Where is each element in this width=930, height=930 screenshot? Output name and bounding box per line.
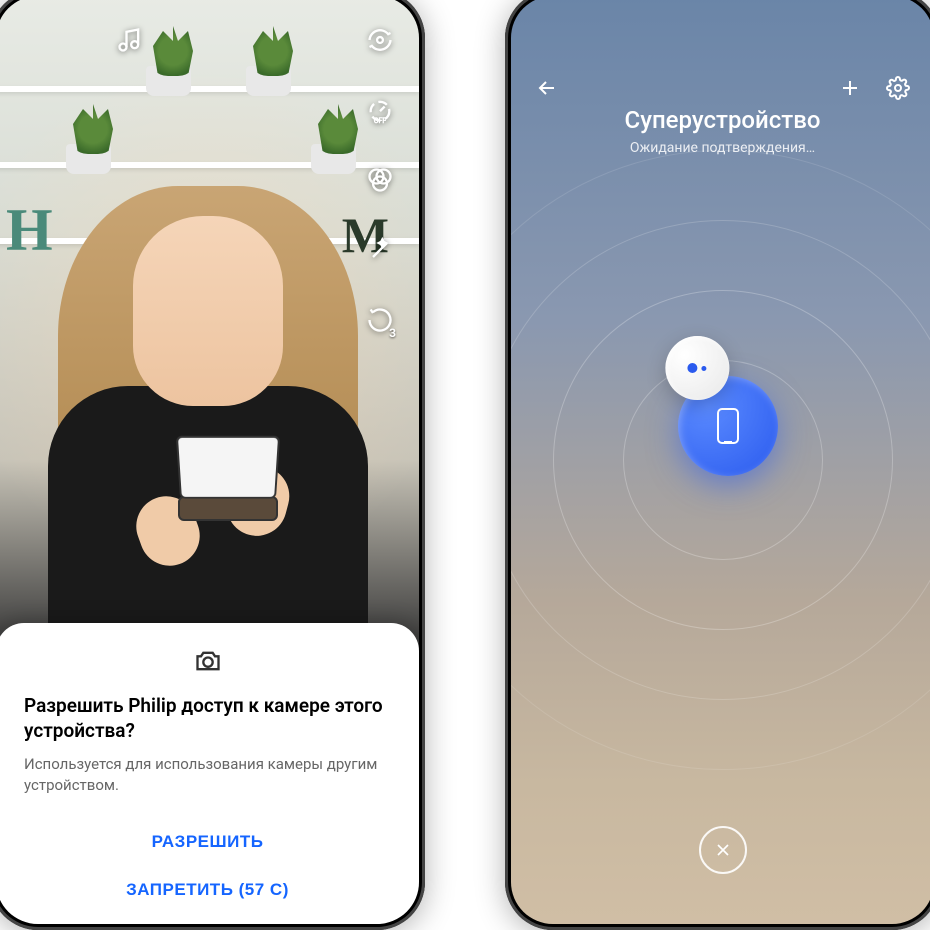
beauty-wand-icon[interactable] [366,236,394,264]
page-subtitle: Ожидание подтверждения… [511,140,930,156]
camera-screen: H M OFF [0,0,419,924]
timer-3s-label: 3 [389,326,396,340]
page-title: Суперустройство [511,106,930,134]
phone-device-icon [717,408,739,444]
permission-title: Разрешить Philip доступ к камере этого у… [24,693,391,744]
music-icon[interactable] [116,26,144,54]
close-button[interactable] [699,826,747,874]
close-icon [713,840,733,860]
superdevice-screen: Суперустройство Ожидание подтверждения… [511,0,930,924]
device-orb-secondary[interactable] [665,336,729,400]
camera-icon [194,647,222,675]
camera-switch-icon[interactable] [366,26,394,54]
permission-description: Используется для использования камеры др… [24,754,391,796]
svg-text:OFF: OFF [374,117,387,124]
back-icon[interactable] [535,76,559,100]
settings-icon[interactable] [886,76,910,100]
filter-icon[interactable] [366,166,394,194]
left-phone-frame: H M OFF [0,0,425,930]
permission-dialog: Разрешить Philip доступ к камере этого у… [0,623,419,924]
add-icon[interactable] [838,76,862,100]
deny-button[interactable]: ЗАПРЕТИТЬ (57 С) [24,866,391,914]
timer-off-icon[interactable]: OFF [366,96,394,124]
right-phone-frame: Суперустройство Ожидание подтверждения… [505,0,930,930]
allow-button[interactable]: РАЗРЕШИТЬ [24,818,391,866]
